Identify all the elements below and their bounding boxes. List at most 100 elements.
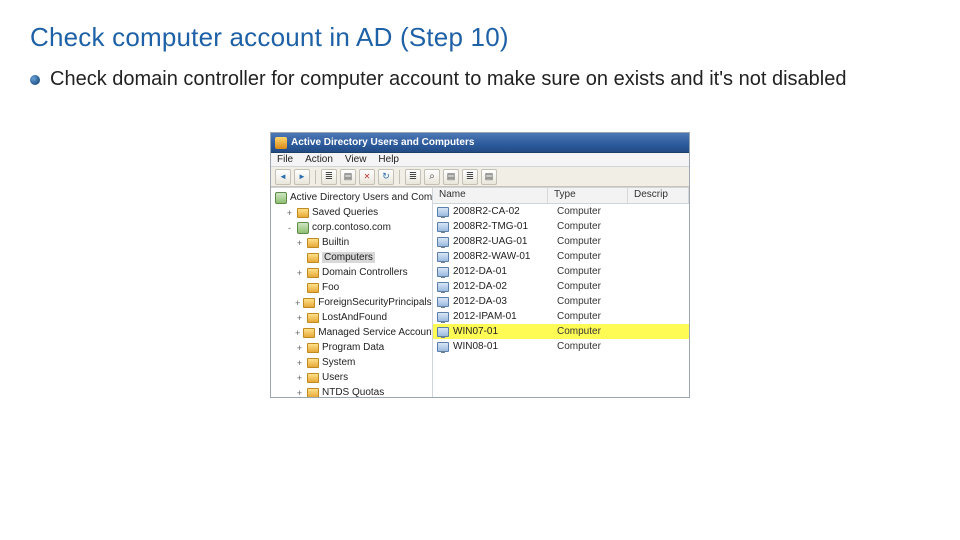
tree-item[interactable]: +System bbox=[271, 355, 432, 370]
tree-root[interactable]: Active Directory Users and Comput bbox=[271, 190, 432, 205]
folder-icon bbox=[303, 298, 315, 308]
tree-item[interactable]: + Program Data bbox=[271, 340, 432, 355]
tree-item-label: Builtin bbox=[322, 237, 349, 248]
list-pane[interactable]: Name Type Descrip 2008R2-CA-02Computer20… bbox=[433, 188, 689, 397]
menu-help[interactable]: Help bbox=[378, 154, 399, 165]
expand-icon[interactable]: + bbox=[295, 358, 304, 368]
tree-item[interactable]: ·Foo bbox=[271, 280, 432, 295]
tree-item[interactable]: +ForeignSecurityPrincipals bbox=[271, 295, 432, 310]
col-type[interactable]: Type bbox=[548, 188, 628, 203]
toolbar-separator bbox=[315, 170, 316, 184]
list-item[interactable]: 2008R2-UAG-01Computer bbox=[433, 234, 689, 249]
expand-icon[interactable]: + bbox=[295, 388, 304, 398]
tree-item[interactable]: + Users bbox=[271, 370, 432, 385]
tree-pane[interactable]: Active Directory Users and Comput +Saved… bbox=[271, 188, 433, 397]
tree-item-label: Managed Service Accounts bbox=[318, 327, 433, 338]
menu-file[interactable]: File bbox=[277, 154, 293, 165]
delete-button[interactable] bbox=[359, 169, 375, 185]
list-item[interactable]: 2012-DA-02Computer bbox=[433, 279, 689, 294]
up-button[interactable] bbox=[321, 169, 337, 185]
tree-item-label: Domain Controllers bbox=[322, 267, 408, 278]
columns-button[interactable] bbox=[481, 169, 497, 185]
expand-icon[interactable]: + bbox=[295, 313, 304, 323]
ad-window: Active Directory Users and Computers Fil… bbox=[270, 132, 690, 398]
collapse-icon[interactable]: - bbox=[285, 223, 294, 233]
tree-spacer: · bbox=[295, 253, 304, 263]
expand-icon[interactable]: + bbox=[295, 328, 300, 338]
forward-button[interactable] bbox=[294, 169, 310, 185]
expand-icon[interactable]: + bbox=[295, 343, 304, 353]
cell-name: 2008R2-TMG-01 bbox=[453, 221, 553, 232]
refresh-button[interactable] bbox=[378, 169, 394, 185]
computer-icon bbox=[437, 222, 449, 232]
col-name[interactable]: Name bbox=[433, 188, 548, 203]
tree-item[interactable]: + Domain Controllers bbox=[271, 265, 432, 280]
bullet-item: Check domain controller for computer acc… bbox=[30, 67, 930, 92]
tree-item-label: NTDS Quotas bbox=[322, 387, 384, 397]
cell-type: Computer bbox=[557, 236, 637, 247]
tree-item[interactable]: + LostAndFound bbox=[271, 310, 432, 325]
computer-icon bbox=[437, 252, 449, 262]
list-item[interactable]: 2012-IPAM-01Computer bbox=[433, 309, 689, 324]
folder-icon bbox=[303, 328, 315, 338]
cell-name: 2012-IPAM-01 bbox=[453, 311, 553, 322]
domain-icon bbox=[297, 222, 309, 234]
cell-name: WIN08-01 bbox=[453, 341, 553, 352]
expand-icon[interactable]: + bbox=[295, 298, 300, 308]
expand-icon[interactable]: + bbox=[295, 268, 304, 278]
folder-icon bbox=[297, 208, 309, 218]
view-button[interactable] bbox=[405, 169, 421, 185]
computer-icon bbox=[437, 297, 449, 307]
cell-name: 2008R2-CA-02 bbox=[453, 206, 553, 217]
tree-item-label: LostAndFound bbox=[322, 312, 387, 323]
cell-type: Computer bbox=[557, 251, 637, 262]
properties-button[interactable] bbox=[340, 169, 356, 185]
folder-icon bbox=[307, 343, 319, 353]
menu-action[interactable]: Action bbox=[305, 154, 333, 165]
tree-item-label: Foo bbox=[322, 282, 339, 293]
computer-icon bbox=[437, 327, 449, 337]
toolbar-separator bbox=[399, 170, 400, 184]
tree-item[interactable]: +Saved Queries bbox=[271, 205, 432, 220]
cell-name: 2012-DA-03 bbox=[453, 296, 553, 307]
cell-name: 2008R2-WAW-01 bbox=[453, 251, 553, 262]
folder-icon bbox=[307, 358, 319, 368]
folder-icon bbox=[307, 313, 319, 323]
list-item[interactable]: WIN07-01Computer bbox=[433, 324, 689, 339]
folder-icon bbox=[307, 238, 319, 248]
tree-item[interactable]: + Builtin bbox=[271, 235, 432, 250]
expand-icon[interactable]: + bbox=[295, 373, 304, 383]
list-item[interactable]: 2008R2-TMG-01Computer bbox=[433, 219, 689, 234]
cell-type: Computer bbox=[557, 341, 637, 352]
computer-icon bbox=[437, 267, 449, 277]
menu-view[interactable]: View bbox=[345, 154, 367, 165]
search-button[interactable] bbox=[424, 169, 440, 185]
list-item[interactable]: 2008R2-CA-02Computer bbox=[433, 204, 689, 219]
list-item[interactable]: 2012-DA-03Computer bbox=[433, 294, 689, 309]
tree-item[interactable]: - corp.contoso.com bbox=[271, 220, 432, 235]
expand-icon[interactable]: + bbox=[295, 238, 304, 248]
tree-item-label: Users bbox=[322, 372, 348, 383]
folder-icon bbox=[307, 268, 319, 278]
tree-item-label: corp.contoso.com bbox=[312, 222, 391, 233]
folder-icon bbox=[307, 283, 319, 293]
computer-icon bbox=[437, 312, 449, 322]
expand-icon[interactable]: + bbox=[285, 208, 294, 218]
window-title: Active Directory Users and Computers bbox=[291, 137, 474, 148]
list-button[interactable] bbox=[462, 169, 478, 185]
computer-icon bbox=[437, 342, 449, 352]
window-titlebar[interactable]: Active Directory Users and Computers bbox=[271, 133, 689, 153]
tree-item[interactable]: + NTDS Quotas bbox=[271, 385, 432, 397]
list-item[interactable]: WIN08-01 Computer bbox=[433, 339, 689, 354]
col-desc[interactable]: Descrip bbox=[628, 188, 689, 203]
cell-name: 2012-DA-01 bbox=[453, 266, 553, 277]
filter-button[interactable] bbox=[443, 169, 459, 185]
tree-root-label: Active Directory Users and Comput bbox=[290, 192, 433, 203]
tree-item[interactable]: + Managed Service Accounts bbox=[271, 325, 432, 340]
tree-item[interactable]: ·Computers bbox=[271, 250, 432, 265]
tree-item-label: Program Data bbox=[322, 342, 384, 353]
back-button[interactable] bbox=[275, 169, 291, 185]
list-item[interactable]: 2012-DA-01Computer bbox=[433, 264, 689, 279]
computer-icon bbox=[437, 282, 449, 292]
list-item[interactable]: 2008R2-WAW-01 Computer bbox=[433, 249, 689, 264]
